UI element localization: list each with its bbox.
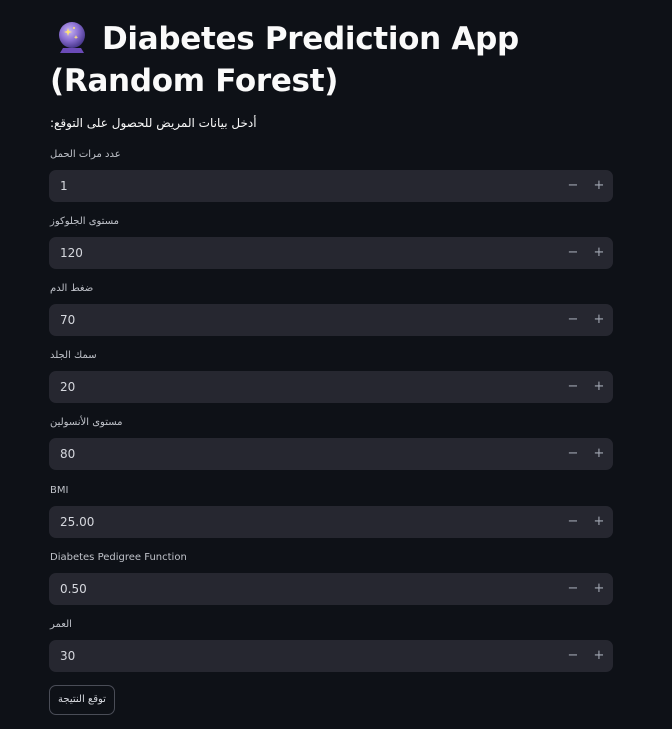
- input-value[interactable]: 120: [60, 237, 83, 269]
- increment-button[interactable]: +: [586, 506, 612, 538]
- input-value[interactable]: 1: [60, 170, 68, 202]
- decrement-button[interactable]: −: [560, 170, 586, 202]
- app-page: Diabetes Prediction App (Random Forest) …: [0, 0, 672, 729]
- increment-button[interactable]: +: [586, 371, 612, 403]
- predict-button[interactable]: توقع النتيجة: [49, 685, 115, 715]
- decrement-button[interactable]: −: [560, 438, 586, 470]
- decrement-button[interactable]: −: [560, 573, 586, 605]
- increment-button[interactable]: +: [586, 304, 612, 336]
- page-title: Diabetes Prediction App (Random Forest): [50, 18, 630, 102]
- increment-button[interactable]: +: [586, 170, 612, 202]
- increment-button[interactable]: +: [586, 237, 612, 269]
- increment-button[interactable]: +: [586, 573, 612, 605]
- field-label: ضغط الدم: [50, 283, 94, 294]
- field-label: مستوى الأنسولين: [50, 417, 123, 428]
- field-label: BMI: [50, 485, 69, 496]
- increment-button[interactable]: +: [586, 640, 612, 672]
- input-value[interactable]: 0.50: [60, 573, 87, 605]
- input-value[interactable]: 20: [60, 371, 75, 403]
- field-label: عدد مرات الحمل: [50, 149, 121, 160]
- decrement-button[interactable]: −: [560, 640, 586, 672]
- input-value[interactable]: 25.00: [60, 506, 94, 538]
- pregnancies-input[interactable]: 1 − +: [49, 170, 613, 202]
- crystal-ball-icon: [59, 22, 85, 53]
- instructions-text: أدخل بيانات المريض للحصول على التوقع:: [50, 116, 257, 130]
- blood-pressure-input[interactable]: 70 − +: [49, 304, 613, 336]
- decrement-button[interactable]: −: [560, 506, 586, 538]
- pedigree-input[interactable]: 0.50 − +: [49, 573, 613, 605]
- field-label: مستوى الجلوكوز: [50, 216, 119, 227]
- input-value[interactable]: 70: [60, 304, 75, 336]
- bmi-input[interactable]: 25.00 − +: [49, 506, 613, 538]
- decrement-button[interactable]: −: [560, 371, 586, 403]
- increment-button[interactable]: +: [586, 438, 612, 470]
- field-label: سمك الجلد: [50, 350, 97, 361]
- input-value[interactable]: 30: [60, 640, 75, 672]
- age-input[interactable]: 30 − +: [49, 640, 613, 672]
- skin-thickness-input[interactable]: 20 − +: [49, 371, 613, 403]
- decrement-button[interactable]: −: [560, 304, 586, 336]
- insulin-input[interactable]: 80 − +: [49, 438, 613, 470]
- input-value[interactable]: 80: [60, 438, 75, 470]
- glucose-input[interactable]: 120 − +: [49, 237, 613, 269]
- decrement-button[interactable]: −: [560, 237, 586, 269]
- field-label: Diabetes Pedigree Function: [50, 552, 187, 563]
- page-title-text: Diabetes Prediction App (Random Forest): [50, 21, 519, 99]
- field-label: العمر: [50, 619, 72, 630]
